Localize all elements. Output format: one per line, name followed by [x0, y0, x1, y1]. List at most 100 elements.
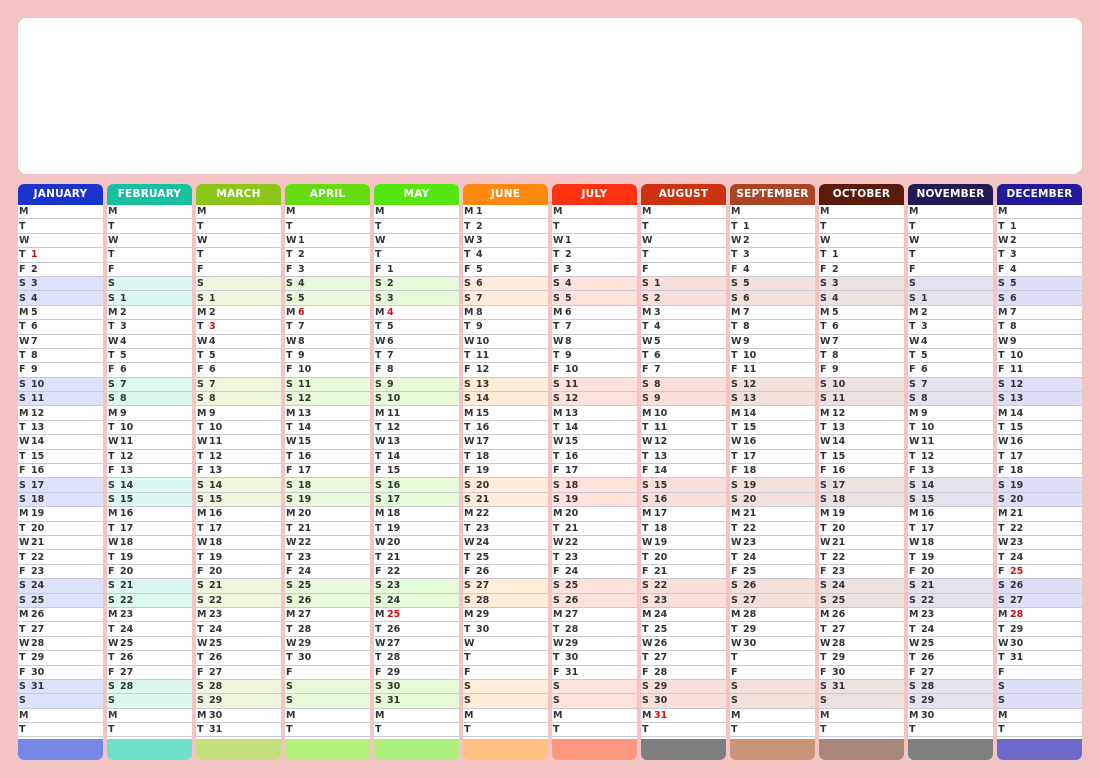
day-row[interactable]: F 31 — [552, 666, 637, 680]
day-row[interactable]: F 25 — [997, 565, 1082, 580]
day-row[interactable]: S — [107, 276, 192, 292]
day-row[interactable]: W6 — [374, 335, 459, 349]
day-row[interactable]: M4 — [374, 306, 459, 321]
day-row[interactable]: S5 — [285, 291, 370, 306]
day-row[interactable]: S 15 — [107, 492, 192, 508]
day-row[interactable]: W7 — [819, 335, 904, 349]
day-row[interactable]: W — [18, 234, 103, 249]
day-row[interactable]: S 28 — [107, 679, 192, 695]
day-row[interactable]: M — [552, 205, 637, 220]
day-row[interactable]: T — [908, 219, 993, 234]
day-row[interactable]: S 31 — [374, 694, 459, 709]
day-row[interactable]: W 14 — [18, 435, 103, 450]
day-row[interactable]: S 22 — [641, 579, 726, 594]
day-row[interactable]: F — [285, 666, 370, 680]
day-row[interactable]: S 22 — [107, 593, 192, 608]
day-row[interactable]: T — [107, 723, 192, 738]
day-row[interactable]: T 28 — [374, 651, 459, 666]
day-row[interactable]: M9 — [196, 406, 281, 421]
day-row[interactable]: F4 — [730, 263, 815, 277]
day-row[interactable]: M 30 — [196, 709, 281, 724]
day-row[interactable]: F 18 — [730, 464, 815, 479]
day-row[interactable]: T 31 — [997, 651, 1082, 666]
day-row[interactable]: T 10 — [730, 349, 815, 364]
day-row[interactable]: T5 — [374, 320, 459, 335]
day-row[interactable]: S 11 — [18, 392, 103, 407]
day-row[interactable]: S 31 — [819, 679, 904, 695]
day-row[interactable]: T 17 — [997, 450, 1082, 465]
day-row[interactable]: M 23 — [196, 608, 281, 623]
day-row[interactable]: T 23 — [285, 550, 370, 565]
day-row[interactable]: T 18 — [641, 522, 726, 536]
day-row[interactable]: W 27 — [374, 637, 459, 652]
day-row[interactable]: M — [285, 205, 370, 220]
day-row[interactable]: F8 — [374, 363, 459, 378]
day-row[interactable]: T 23 — [552, 550, 637, 565]
day-row[interactable]: M 21 — [730, 507, 815, 522]
day-row[interactable]: T 20 — [641, 550, 726, 565]
day-row[interactable]: W — [196, 234, 281, 249]
day-row[interactable]: M 27 — [552, 608, 637, 623]
day-row[interactable]: F9 — [18, 363, 103, 378]
day-row[interactable]: T 26 — [196, 651, 281, 666]
day-row[interactable]: M — [819, 709, 904, 724]
day-row[interactable]: W 29 — [285, 637, 370, 652]
day-row[interactable]: M 26 — [18, 608, 103, 623]
day-row[interactable]: W 25 — [196, 637, 281, 652]
day-row[interactable]: T9 — [552, 349, 637, 364]
day-row[interactable]: M — [107, 205, 192, 220]
day-row[interactable]: S 21 — [463, 492, 548, 508]
day-row[interactable]: W1 — [552, 234, 637, 249]
day-row[interactable]: S6 — [463, 276, 548, 292]
day-row[interactable]: F — [196, 263, 281, 277]
day-row[interactable]: F 23 — [819, 565, 904, 580]
day-row[interactable]: F — [908, 263, 993, 277]
day-row[interactable]: T3 — [908, 320, 993, 335]
day-row[interactable]: F 22 — [374, 565, 459, 580]
day-row[interactable]: M 16 — [196, 507, 281, 522]
day-row[interactable]: F 24 — [285, 565, 370, 580]
notes-area[interactable] — [18, 18, 1082, 174]
day-row[interactable]: S1 — [908, 291, 993, 306]
day-row[interactable]: S2 — [641, 291, 726, 306]
day-row[interactable]: S 31 — [18, 679, 103, 695]
day-row[interactable]: W2 — [997, 234, 1082, 249]
day-row[interactable]: T 10 — [997, 349, 1082, 364]
day-row[interactable]: T 29 — [18, 651, 103, 666]
day-row[interactable]: T 24 — [997, 550, 1082, 565]
day-row[interactable]: T8 — [730, 320, 815, 335]
day-row[interactable]: M — [730, 205, 815, 220]
day-row[interactable]: S 15 — [196, 492, 281, 508]
day-row[interactable]: W7 — [18, 335, 103, 349]
day-row[interactable]: S8 — [908, 392, 993, 407]
day-row[interactable]: T 11 — [463, 349, 548, 364]
day-row[interactable]: S 11 — [819, 392, 904, 407]
day-row[interactable]: F 10 — [285, 363, 370, 378]
day-row[interactable]: F 26 — [463, 565, 548, 580]
day-row[interactable]: S9 — [374, 377, 459, 393]
day-row[interactable]: S — [730, 679, 815, 695]
day-row[interactable]: T 27 — [18, 622, 103, 637]
day-row[interactable]: F 30 — [819, 666, 904, 680]
day-row[interactable]: M 28 — [730, 608, 815, 623]
day-row[interactable]: W 23 — [730, 536, 815, 551]
day-row[interactable]: T2 — [552, 248, 637, 263]
day-row[interactable]: T — [908, 723, 993, 738]
day-row[interactable]: T 10 — [107, 421, 192, 436]
day-row[interactable]: T 15 — [18, 450, 103, 465]
day-row[interactable]: S 10 — [18, 377, 103, 393]
day-row[interactable]: W 25 — [107, 637, 192, 652]
day-row[interactable]: T — [196, 248, 281, 263]
day-row[interactable]: T 30 — [463, 622, 548, 637]
day-row[interactable]: S 12 — [997, 377, 1082, 393]
day-row[interactable]: W2 — [730, 234, 815, 249]
day-row[interactable]: T 18 — [463, 450, 548, 465]
day-row[interactable]: T — [641, 248, 726, 263]
day-row[interactable]: M — [908, 205, 993, 220]
day-row[interactable]: W 21 — [18, 536, 103, 551]
day-row[interactable]: F 17 — [285, 464, 370, 479]
day-row[interactable]: S 11 — [552, 377, 637, 393]
day-row[interactable]: M — [997, 205, 1082, 220]
day-row[interactable]: S4 — [18, 291, 103, 306]
day-row[interactable]: T 11 — [641, 421, 726, 436]
